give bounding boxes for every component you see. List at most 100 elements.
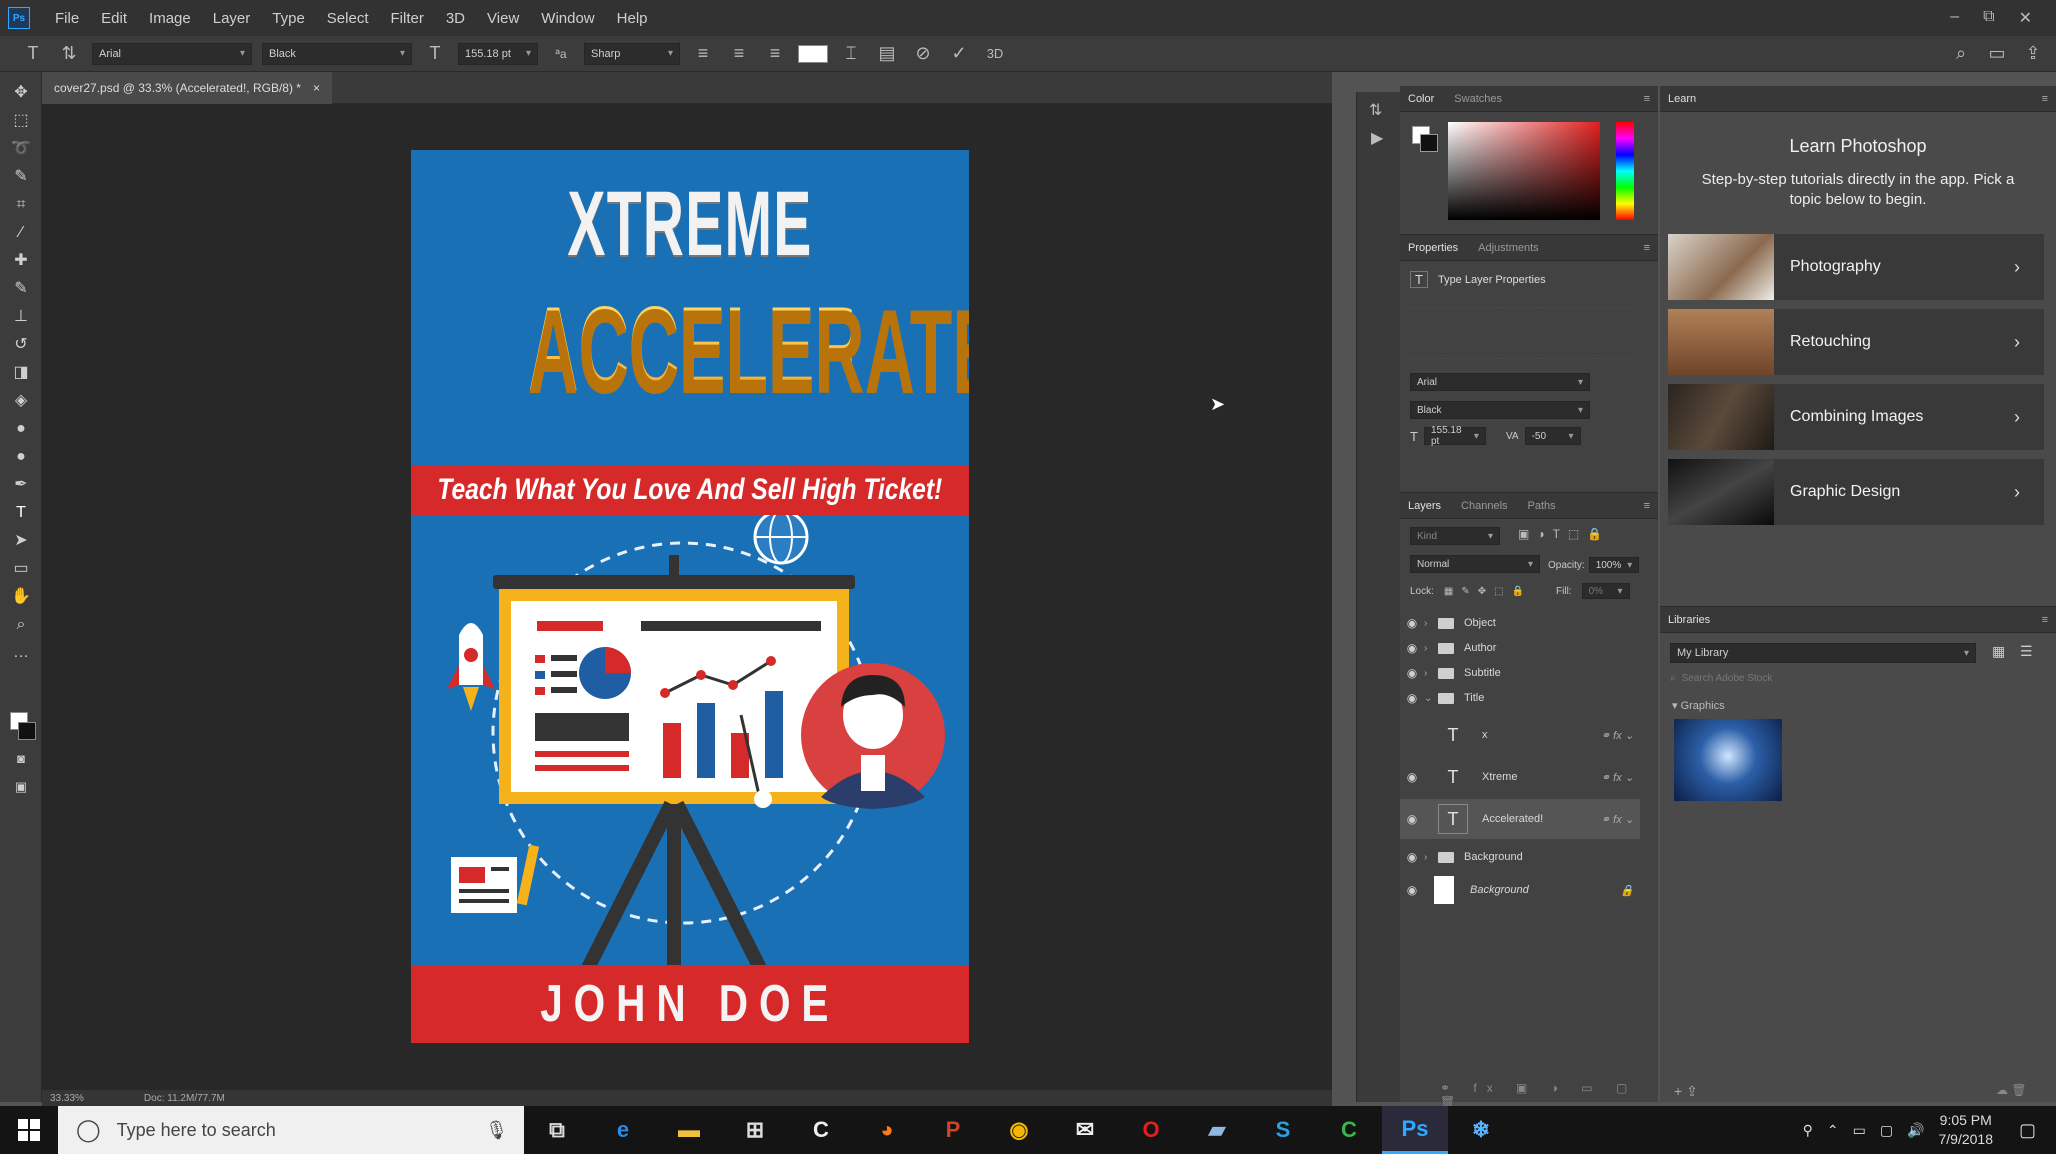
stamp-tool-icon[interactable]: ⊥ bbox=[8, 306, 34, 328]
panel-menu-icon[interactable]: ≡ bbox=[1644, 242, 1650, 254]
minimize-button[interactable]: – bbox=[1950, 8, 1959, 28]
more-tools-icon[interactable]: … bbox=[8, 642, 34, 664]
opacity-field[interactable]: 100% ▾ bbox=[1588, 557, 1639, 573]
store-icon[interactable]: ⊞ bbox=[722, 1106, 788, 1154]
notifications-icon[interactable]: ▢ bbox=[2019, 1120, 2036, 1141]
close-tab-icon[interactable]: × bbox=[313, 81, 320, 95]
layer-filter-kind[interactable]: Kind ▾ bbox=[1410, 527, 1500, 545]
menu-edit[interactable]: Edit bbox=[90, 10, 138, 27]
fill-field[interactable]: 0% ▾ bbox=[1581, 583, 1630, 599]
powerpoint-icon[interactable]: P bbox=[920, 1106, 986, 1154]
share-icon[interactable]: ⇪ bbox=[2020, 43, 2046, 64]
photoshop-taskbar-icon[interactable]: Ps bbox=[1382, 1106, 1448, 1154]
tray-expand-icon[interactable]: ⌃ bbox=[1827, 1122, 1839, 1139]
eye-icon[interactable]: ◉ bbox=[1400, 666, 1424, 680]
commit-icon[interactable]: ✓ bbox=[946, 43, 972, 64]
blur-tool-icon[interactable]: ● bbox=[8, 418, 34, 440]
layer-row[interactable]: ◉ › Object bbox=[1400, 611, 1640, 635]
panel-menu-icon[interactable]: ≡ bbox=[2042, 93, 2048, 105]
fx-icon[interactable]: ⚭ fx ⌄ bbox=[1601, 729, 1640, 742]
lock-icons[interactable]: ▦✎✥⬚🔒 bbox=[1444, 586, 1532, 597]
prop-font-size[interactable]: 155.18 pt ▾ bbox=[1423, 425, 1486, 447]
gradient-tool-icon[interactable]: ◈ bbox=[8, 390, 34, 412]
brush-tool-icon[interactable]: ✎ bbox=[8, 278, 34, 300]
background-color-swatch[interactable] bbox=[18, 722, 36, 740]
tab-properties[interactable]: Properties bbox=[1408, 242, 1458, 254]
restore-button[interactable]: ⧉ bbox=[1983, 8, 1994, 28]
cancel-icon[interactable]: ⊘ bbox=[910, 43, 936, 64]
opera-icon[interactable]: O bbox=[1118, 1106, 1184, 1154]
text-color-swatch[interactable] bbox=[798, 44, 828, 63]
marquee-tool-icon[interactable]: ⬚ bbox=[8, 110, 34, 132]
menu-type[interactable]: Type bbox=[261, 10, 316, 27]
network-icon[interactable]: ▢ bbox=[1880, 1122, 1893, 1139]
pen-tool-icon[interactable]: ✒ bbox=[8, 474, 34, 496]
clock[interactable]: 9:05 PM 7/9/2018 bbox=[1938, 1111, 1993, 1149]
task-view-icon[interactable]: ⧉ bbox=[524, 1106, 590, 1154]
library-footer-icons[interactable]: ☁ 🗑 bbox=[1996, 1083, 2027, 1097]
file-explorer-icon[interactable]: ▬ bbox=[656, 1106, 722, 1154]
status-zoom[interactable]: 33.33% bbox=[50, 1093, 84, 1104]
graphics-section[interactable]: ▾ Graphics bbox=[1672, 699, 1725, 712]
align-right-icon[interactable]: ≡ bbox=[762, 43, 788, 64]
menu-help[interactable]: Help bbox=[606, 10, 659, 27]
learn-card-graphic-design[interactable]: Graphic Design › bbox=[1668, 459, 2044, 525]
quick-mask-icon[interactable]: ◙ bbox=[8, 748, 34, 770]
firefox-icon[interactable]: ◕ bbox=[854, 1106, 920, 1154]
eyedropper-tool-icon[interactable]: ⁄ bbox=[8, 222, 34, 244]
fx-icon[interactable]: ⚭ fx ⌄ bbox=[1601, 813, 1640, 826]
tab-libraries[interactable]: Libraries bbox=[1668, 614, 1710, 626]
layer-row[interactable]: Tx ⚭ fx ⌄ bbox=[1400, 717, 1640, 753]
bg-color-chip[interactable] bbox=[1420, 134, 1438, 152]
learn-card-retouching[interactable]: Retouching › bbox=[1668, 309, 2044, 375]
3d-icon[interactable]: 3D bbox=[982, 46, 1008, 61]
search-icon[interactable]: ⌕ bbox=[1948, 43, 1974, 64]
eye-icon[interactable]: ◉ bbox=[1400, 883, 1424, 897]
learn-card-photography[interactable]: Photography › bbox=[1668, 234, 2044, 300]
dodge-tool-icon[interactable]: ● bbox=[8, 446, 34, 468]
menu-image[interactable]: Image bbox=[138, 10, 202, 27]
menu-window[interactable]: Window bbox=[530, 10, 605, 27]
text-orientation-icon[interactable]: ⇅ bbox=[56, 43, 82, 64]
microphone-icon[interactable]: 🎙 bbox=[485, 1120, 508, 1141]
menu-view[interactable]: View bbox=[476, 10, 530, 27]
edge-icon[interactable]: e bbox=[590, 1106, 656, 1154]
menu-layer[interactable]: Layer bbox=[202, 10, 262, 27]
warp-text-icon[interactable]: ⌶ bbox=[838, 43, 864, 64]
volume-icon[interactable]: 🔊 bbox=[1907, 1122, 1924, 1139]
snowflake-app-icon[interactable]: ❄ bbox=[1448, 1106, 1514, 1154]
camtasia-icon[interactable]: C bbox=[788, 1106, 854, 1154]
grid-view-icon[interactable]: ▦ bbox=[1992, 643, 2005, 660]
panel-menu-icon[interactable]: ≡ bbox=[2042, 614, 2048, 626]
actions-panel-icon[interactable]: ▶ bbox=[1371, 128, 1383, 148]
eye-icon[interactable]: ◉ bbox=[1400, 641, 1424, 655]
layer-row-selected[interactable]: ◉ T Accelerated! ⚭ fx ⌄ bbox=[1400, 799, 1640, 839]
layer-row[interactable]: ◉ ⌄ Title bbox=[1400, 686, 1640, 710]
prop-font-family[interactable]: Arial ▾ bbox=[1410, 373, 1590, 391]
panel-menu-icon[interactable]: ≡ bbox=[1644, 93, 1650, 105]
camtasia-recorder-icon[interactable]: C bbox=[1316, 1106, 1382, 1154]
character-panel-icon[interactable]: ▤ bbox=[874, 43, 900, 64]
antialias-select[interactable]: Sharp ▾ bbox=[584, 42, 680, 65]
battery-icon[interactable]: ▭ bbox=[1853, 1122, 1866, 1139]
quick-select-tool-icon[interactable]: ✎ bbox=[8, 166, 34, 188]
menu-file[interactable]: File bbox=[44, 10, 90, 27]
taskbar-search[interactable]: ◯ Type here to search 🎙 bbox=[58, 1106, 524, 1154]
tab-adjustments[interactable]: Adjustments bbox=[1478, 242, 1539, 254]
add-asset-icon[interactable]: + ⇪ bbox=[1674, 1083, 1698, 1100]
layer-filter-icons[interactable]: ▣◑T⬚🔒 bbox=[1518, 527, 1610, 541]
menu-filter[interactable]: Filter bbox=[380, 10, 435, 27]
align-left-icon[interactable]: ≡ bbox=[690, 43, 716, 64]
workspace-icon[interactable]: ▭ bbox=[1984, 43, 2010, 64]
tab-layers[interactable]: Layers bbox=[1408, 500, 1441, 512]
tab-channels[interactable]: Channels bbox=[1461, 500, 1507, 512]
hand-tool-icon[interactable]: ✋ bbox=[8, 586, 34, 608]
people-icon[interactable]: ⚲ bbox=[1803, 1122, 1813, 1139]
font-size-select[interactable]: 155.18 pt ▾ bbox=[458, 42, 538, 65]
prop-tracking[interactable]: -50 ▾ bbox=[1524, 427, 1581, 445]
layer-row[interactable]: ◉ › Background bbox=[1400, 845, 1640, 869]
healing-tool-icon[interactable]: ✚ bbox=[8, 250, 34, 272]
notes-icon[interactable]: ▰ bbox=[1184, 1106, 1250, 1154]
layer-row[interactable]: ◉ Background 🔒 bbox=[1400, 875, 1640, 905]
tab-learn[interactable]: Learn bbox=[1668, 93, 1696, 105]
